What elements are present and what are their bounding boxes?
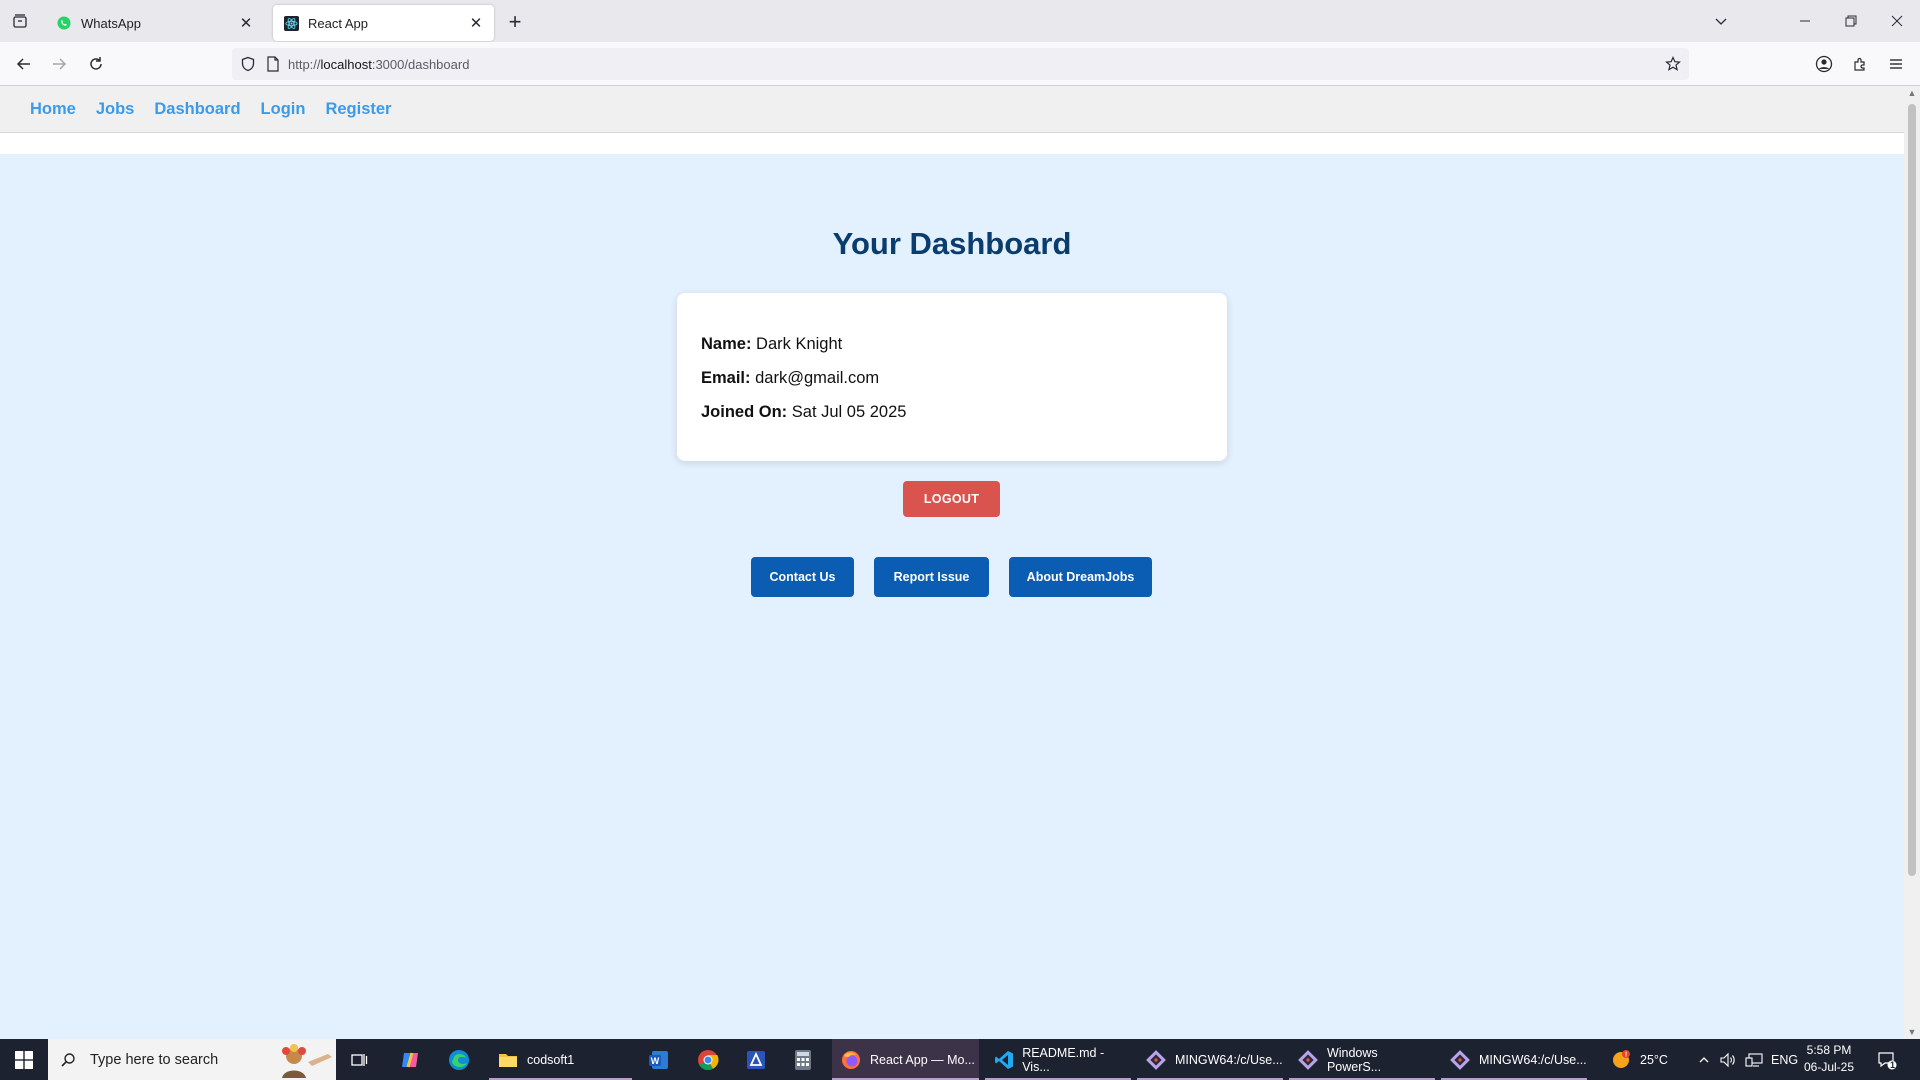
weather-widget[interactable]: ! 25°C <box>1610 1039 1668 1080</box>
browser-toolbar: http://localhost:3000/dashboard <box>0 42 1920 86</box>
git-bash-icon <box>1145 1049 1167 1071</box>
contact-us-button[interactable]: Contact Us <box>751 557 854 597</box>
bookmark-star-icon[interactable] <box>1665 56 1681 72</box>
name-value: Dark Knight <box>756 335 843 353</box>
git-bash-icon <box>1297 1049 1319 1071</box>
tab-whatsapp[interactable]: WhatsApp ✕ <box>46 5 264 41</box>
calculator-icon[interactable] <box>780 1039 826 1080</box>
taskbar-app-label: MINGW64:/c/Use... <box>1479 1052 1587 1067</box>
logout-button[interactable]: LOGOUT <box>903 481 1000 517</box>
nav-link-jobs[interactable]: Jobs <box>96 100 135 119</box>
weather-temp: 25°C <box>1640 1052 1668 1067</box>
svg-text:!: ! <box>1625 1051 1627 1058</box>
address-bar[interactable]: http://localhost:3000/dashboard <box>232 48 1689 80</box>
close-tab-icon[interactable]: ✕ <box>234 11 258 35</box>
azure-data-studio-icon[interactable] <box>733 1039 779 1080</box>
joined-value: Sat Jul 05 2025 <box>791 403 907 421</box>
copilot-icon[interactable] <box>387 1039 433 1080</box>
list-all-tabs-icon[interactable] <box>1698 0 1744 42</box>
tab-title: WhatsApp <box>81 15 141 31</box>
nav-link-login[interactable]: Login <box>261 100 306 119</box>
email-value: dark@gmail.com <box>755 369 880 387</box>
restore-icon[interactable] <box>1828 0 1874 42</box>
taskbar-app-codsoft1[interactable]: codsoft1 <box>489 1039 632 1080</box>
page-content: Home Jobs Dashboard Login Register Your … <box>0 86 1904 1039</box>
taskbar-clock[interactable]: 5:58 PM 06-Jul-25 <box>1797 1042 1861 1076</box>
folder-icon <box>497 1049 519 1071</box>
profile-email-row: Email: dark@gmail.com <box>701 367 1203 389</box>
tab-react-app[interactable]: React App ✕ <box>273 5 494 41</box>
joined-label: Joined On: <box>701 403 788 421</box>
about-dreamjobs-button[interactable]: About DreamJobs <box>1009 557 1152 597</box>
taskbar-app-powershell[interactable]: Windows PowerS... <box>1289 1039 1435 1080</box>
search-highlight-art-icon <box>272 1042 334 1078</box>
taskbar-app-label: Windows PowerS... <box>1326 1045 1382 1074</box>
name-label: Name: <box>701 335 752 353</box>
minimize-icon[interactable] <box>1782 0 1828 42</box>
taskbar-app-label: README.md - Vis... <box>1022 1045 1105 1074</box>
nav-link-dashboard[interactable]: Dashboard <box>154 100 240 119</box>
weather-sun-icon: ! <box>1610 1049 1632 1071</box>
volume-icon[interactable] <box>1720 1039 1736 1080</box>
taskbar-app-firefox[interactable]: React App — Mo... <box>832 1039 979 1080</box>
edge-icon[interactable] <box>436 1039 482 1080</box>
language-indicator[interactable]: ENG <box>1771 1039 1798 1080</box>
report-issue-button[interactable]: Report Issue <box>874 557 989 597</box>
account-icon[interactable] <box>1810 50 1838 78</box>
taskbar-app-label: MINGW64:/c/Use... <box>1175 1052 1283 1067</box>
firefox-icon <box>840 1049 862 1071</box>
vscode-icon <box>993 1049 1014 1071</box>
tab-title: React App <box>308 15 368 31</box>
taskbar-search[interactable]: Type here to search <box>48 1039 336 1080</box>
show-hidden-icons-chevron-icon[interactable] <box>1698 1039 1710 1080</box>
app-navbar: Home Jobs Dashboard Login Register <box>0 86 1904 133</box>
svg-text:W: W <box>651 1056 660 1066</box>
shield-icon[interactable] <box>240 56 256 72</box>
taskbar-app-label: React App — Mo... <box>870 1052 975 1067</box>
profile-name-row: Name: Dark Knight <box>701 333 1203 355</box>
email-label: Email: <box>701 369 751 387</box>
taskbar-app-git-bash-2[interactable]: MINGW64:/c/Use... <box>1441 1039 1587 1080</box>
browser-tab-bar: WhatsApp ✕ React App ✕ + <box>0 0 1920 42</box>
url-text: http://localhost:3000/dashboard <box>288 56 470 72</box>
taskbar-app-label: codsoft1 <box>527 1052 575 1067</box>
forward-icon[interactable] <box>45 50 73 78</box>
chrome-icon[interactable] <box>685 1039 731 1080</box>
nav-link-home[interactable]: Home <box>30 100 76 119</box>
page-info-icon[interactable] <box>266 56 280 72</box>
whatsapp-icon <box>56 15 72 31</box>
search-icon <box>60 1052 80 1068</box>
clock-time: 5:58 PM <box>1806 1043 1852 1057</box>
windows-taskbar: Type here to search codsoft1 W React App… <box>0 1039 1920 1080</box>
divider-strip <box>0 133 1904 154</box>
back-icon[interactable] <box>10 50 38 78</box>
tab-list-icon[interactable] <box>8 9 32 33</box>
network-icon[interactable] <box>1745 1039 1763 1080</box>
close-window-icon[interactable] <box>1874 0 1920 42</box>
page-scrollbar[interactable]: ▲ ▼ <box>1904 86 1920 1039</box>
scrollbar-thumb[interactable] <box>1908 104 1916 876</box>
nav-link-register[interactable]: Register <box>325 100 391 119</box>
page-title: Your Dashboard <box>832 226 1072 261</box>
scroll-up-icon[interactable]: ▲ <box>1907 88 1917 98</box>
reload-icon[interactable] <box>82 50 110 78</box>
search-placeholder: Type here to search <box>90 1051 219 1068</box>
taskbar-app-git-bash-1[interactable]: MINGW64:/c/Use... <box>1137 1039 1283 1080</box>
menu-icon[interactable] <box>1882 50 1910 78</box>
git-bash-icon <box>1449 1049 1471 1071</box>
task-view-icon[interactable] <box>336 1039 382 1080</box>
windows-start-icon[interactable] <box>0 1039 48 1080</box>
profile-card: Name: Dark Knight Email: dark@gmail.com … <box>677 293 1227 461</box>
scroll-down-icon[interactable]: ▼ <box>1907 1027 1917 1037</box>
taskbar-app-vscode[interactable]: README.md - Vis... <box>985 1039 1131 1080</box>
new-tab-button[interactable]: + <box>502 9 528 35</box>
close-tab-icon[interactable]: ✕ <box>464 11 488 35</box>
extensions-icon[interactable] <box>1846 50 1874 78</box>
notification-count: 1 <box>1890 1060 1896 1070</box>
word-icon[interactable]: W <box>636 1039 682 1080</box>
clock-date: 06-Jul-25 <box>1803 1060 1855 1074</box>
react-icon <box>283 15 299 31</box>
notification-center-icon[interactable]: 1 <box>1877 1039 1897 1080</box>
profile-joined-row: Joined On: Sat Jul 05 2025 <box>701 401 1203 423</box>
